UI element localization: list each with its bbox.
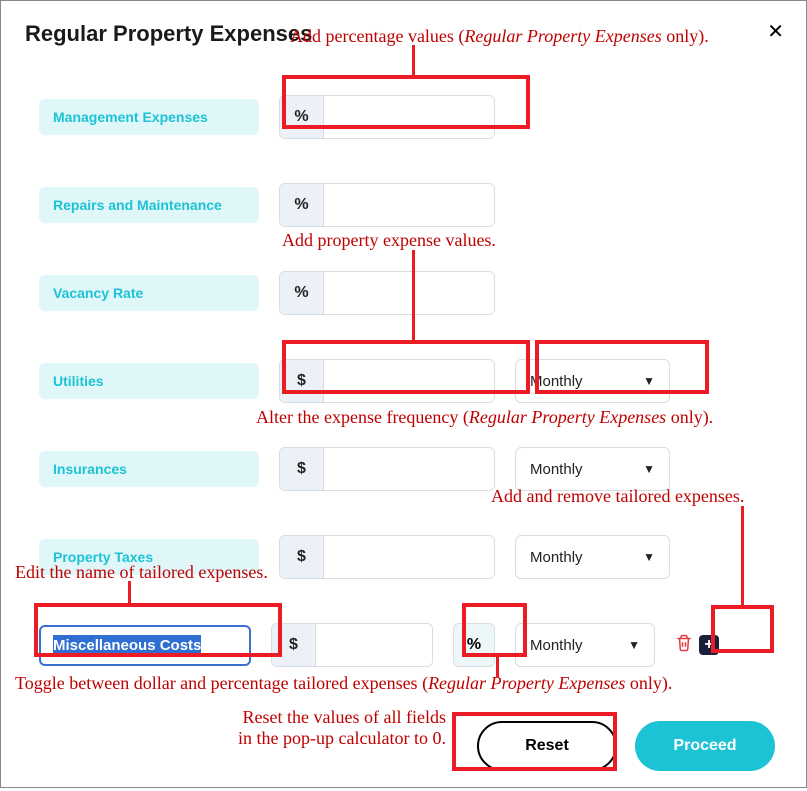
input-group-insurances: $ [279,447,495,491]
row-insurances: Insurances $ Monthly ▼ [39,447,782,491]
insurances-input[interactable] [324,448,494,490]
dollar-icon: $ [280,360,324,402]
property-taxes-input[interactable] [324,536,494,578]
property-taxes-frequency-label: Monthly [530,549,583,566]
chevron-down-icon: ▼ [643,462,655,476]
row-property-taxes: Property Taxes $ Monthly ▼ [39,535,782,579]
misc-input[interactable] [316,624,432,666]
chevron-down-icon: ▼ [628,638,640,652]
misc-frequency-select[interactable]: Monthly ▼ [515,623,655,667]
row-vacancy: Vacancy Rate % [39,271,782,315]
chevron-down-icon: ▼ [643,550,655,564]
input-group-misc: $ [271,623,433,667]
dollar-icon: $ [280,448,324,490]
misc-name-input[interactable]: Miscellaneous Costs [39,625,251,666]
reset-button[interactable]: Reset [477,721,617,771]
input-group-vacancy: % [279,271,495,315]
chevron-down-icon: ▼ [643,374,655,388]
repairs-input[interactable] [324,184,494,226]
input-group-utilities: $ [279,359,495,403]
label-property-taxes: Property Taxes [39,539,259,575]
utilities-frequency-select[interactable]: Monthly ▼ [515,359,670,403]
close-icon[interactable]: ✕ [767,19,784,44]
remove-expense-button[interactable] [675,634,693,657]
add-expense-button[interactable]: + [699,635,719,655]
row-utilities: Utilities $ Monthly ▼ [39,359,782,403]
label-utilities: Utilities [39,363,259,399]
row-management-expenses: Management Expenses % [39,95,782,139]
input-group-property-taxes: $ [279,535,495,579]
misc-frequency-label: Monthly [530,637,583,654]
tailored-expense-actions: + [675,634,719,657]
page-title: Regular Property Expenses [25,21,312,46]
utilities-input[interactable] [324,360,494,402]
input-group-management: % [279,95,495,139]
insurances-frequency-select[interactable]: Monthly ▼ [515,447,670,491]
management-expenses-input[interactable] [324,96,494,138]
dollar-icon: $ [280,536,324,578]
utilities-frequency-label: Monthly [530,373,583,390]
property-taxes-frequency-select[interactable]: Monthly ▼ [515,535,670,579]
percent-icon: % [280,272,324,314]
row-repairs: Repairs and Maintenance % [39,183,782,227]
percent-toggle-button[interactable]: % [453,623,495,667]
row-misc-costs: Miscellaneous Costs $ % Monthly ▼ + [39,623,782,667]
vacancy-input[interactable] [324,272,494,314]
dollar-icon: $ [272,624,316,666]
modal-regular-property-expenses: ✕ Regular Property Expenses Management E… [1,1,806,791]
label-vacancy: Vacancy Rate [39,275,259,311]
insurances-frequency-label: Monthly [530,461,583,478]
button-row: Reset Proceed [477,721,782,771]
label-management-expenses: Management Expenses [39,99,259,135]
label-insurances: Insurances [39,451,259,487]
label-repairs: Repairs and Maintenance [39,187,259,223]
input-group-repairs: % [279,183,495,227]
proceed-button[interactable]: Proceed [635,721,775,771]
percent-icon: % [280,96,324,138]
percent-icon: % [280,184,324,226]
